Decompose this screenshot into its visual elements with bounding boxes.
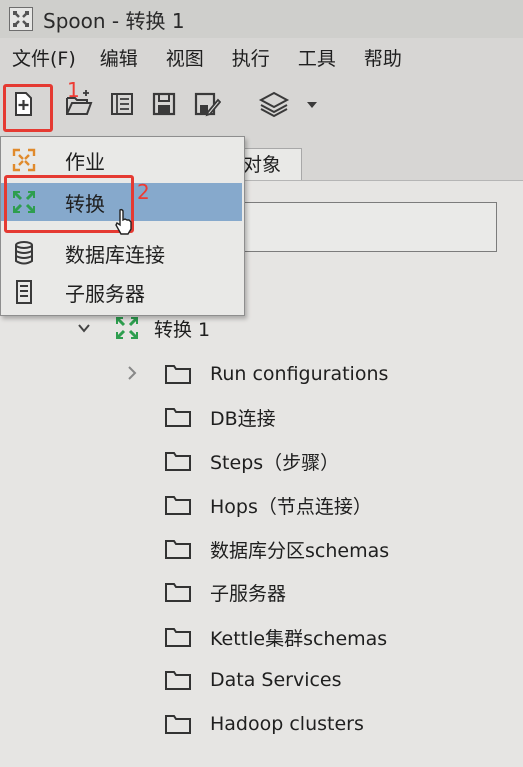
- dropdown-arrow-icon: [307, 102, 317, 108]
- menu-run[interactable]: 执行: [232, 44, 270, 71]
- slave-server-icon: [16, 280, 32, 304]
- menu-edit[interactable]: 编辑: [100, 44, 138, 71]
- dropdown-item-label: 子服务器: [65, 281, 145, 306]
- tree-item-label: 数据库分区schemas: [210, 539, 390, 562]
- tree-item-label: Hops（节点连接）: [210, 495, 372, 518]
- menu-file[interactable]: 文件(F): [12, 44, 76, 71]
- mouse-cursor-icon: [115, 208, 132, 235]
- tree-root-label: 转换 1: [154, 318, 211, 341]
- folder-icon: [165, 496, 191, 515]
- search-input[interactable]: [240, 202, 497, 252]
- save-button[interactable]: [150, 90, 178, 118]
- folder-icon: [165, 583, 191, 602]
- menu-view[interactable]: 视图: [166, 44, 204, 71]
- spoon-logo-icon: [9, 7, 33, 31]
- tree-item-label: Run configurations: [210, 363, 389, 385]
- tree-item-db-connections[interactable]: DB连接: [164, 402, 276, 432]
- tree-item-label: DB连接: [210, 407, 276, 430]
- layers-icon: [258, 91, 290, 118]
- menu-tools[interactable]: 工具: [298, 44, 336, 71]
- folder-icon: [165, 540, 191, 559]
- tree-item-label: 子服务器: [210, 582, 287, 605]
- dropdown-item-database-connection[interactable]: 数据库连接: [1, 234, 242, 272]
- tree-item-label: Hadoop clusters: [210, 713, 364, 735]
- title-bar: Spoon - 转换 1: [0, 0, 523, 38]
- menu-help[interactable]: 帮助: [364, 44, 402, 71]
- tab-label: 对象: [243, 154, 282, 176]
- annotation-number-1: 1: [67, 78, 80, 102]
- tab-core-objects[interactable]: 对象: [240, 148, 302, 181]
- tree-item-hadoop-clusters[interactable]: Hadoop clusters: [164, 709, 364, 739]
- folder-icon: [165, 452, 191, 471]
- dropdown-item-job[interactable]: 作业: [1, 141, 242, 179]
- transformation-icon: [116, 317, 138, 339]
- database-icon: [15, 241, 33, 265]
- tree-item-run-configurations[interactable]: Run configurations: [164, 359, 388, 389]
- menu-bar: 文件(F) 编辑 视图 执行 工具 帮助: [0, 40, 523, 74]
- folder-icon: [165, 715, 191, 734]
- tree-item-label: Steps（步骤）: [210, 451, 340, 474]
- save-as-button[interactable]: [193, 90, 222, 118]
- annotation-number-2: 2: [137, 180, 150, 204]
- perspective-dropdown-button[interactable]: [305, 90, 319, 118]
- folder-icon: [165, 671, 191, 690]
- tree-item-hops[interactable]: Hops（节点连接）: [164, 490, 372, 520]
- tree-item-slave-servers[interactable]: 子服务器: [164, 577, 286, 607]
- tree-item-partition-schemas[interactable]: 数据库分区schemas: [164, 534, 389, 564]
- folder-icon: [165, 628, 191, 647]
- chevron-down-icon: [78, 324, 90, 333]
- save-icon: [152, 92, 176, 116]
- tree-item-label: Data Services: [210, 669, 342, 691]
- dropdown-item-label: 数据库连接: [65, 242, 165, 267]
- annotation-box-1: [3, 84, 53, 132]
- tree-item-cluster-schemas[interactable]: Kettle集群schemas: [164, 622, 387, 652]
- tree-root[interactable]: 转换 1: [76, 313, 210, 343]
- perspective-button[interactable]: [258, 90, 290, 118]
- dropdown-item-label: 作业: [65, 149, 105, 174]
- explore-icon: [111, 93, 133, 115]
- window-title: Spoon - 转换 1: [43, 8, 185, 33]
- explore-button[interactable]: [108, 90, 136, 118]
- tree-item-steps[interactable]: Steps（步骤）: [164, 446, 339, 476]
- folder-icon: [165, 365, 191, 384]
- job-icon: [12, 148, 36, 172]
- save-as-icon: [194, 92, 222, 117]
- tree-item-data-services[interactable]: Data Services: [164, 665, 342, 695]
- tree-item-label: Kettle集群schemas: [210, 627, 388, 650]
- chevron-right-icon[interactable]: [125, 365, 139, 381]
- folder-icon: [165, 408, 191, 427]
- dropdown-item-slave-server[interactable]: 子服务器: [1, 273, 242, 311]
